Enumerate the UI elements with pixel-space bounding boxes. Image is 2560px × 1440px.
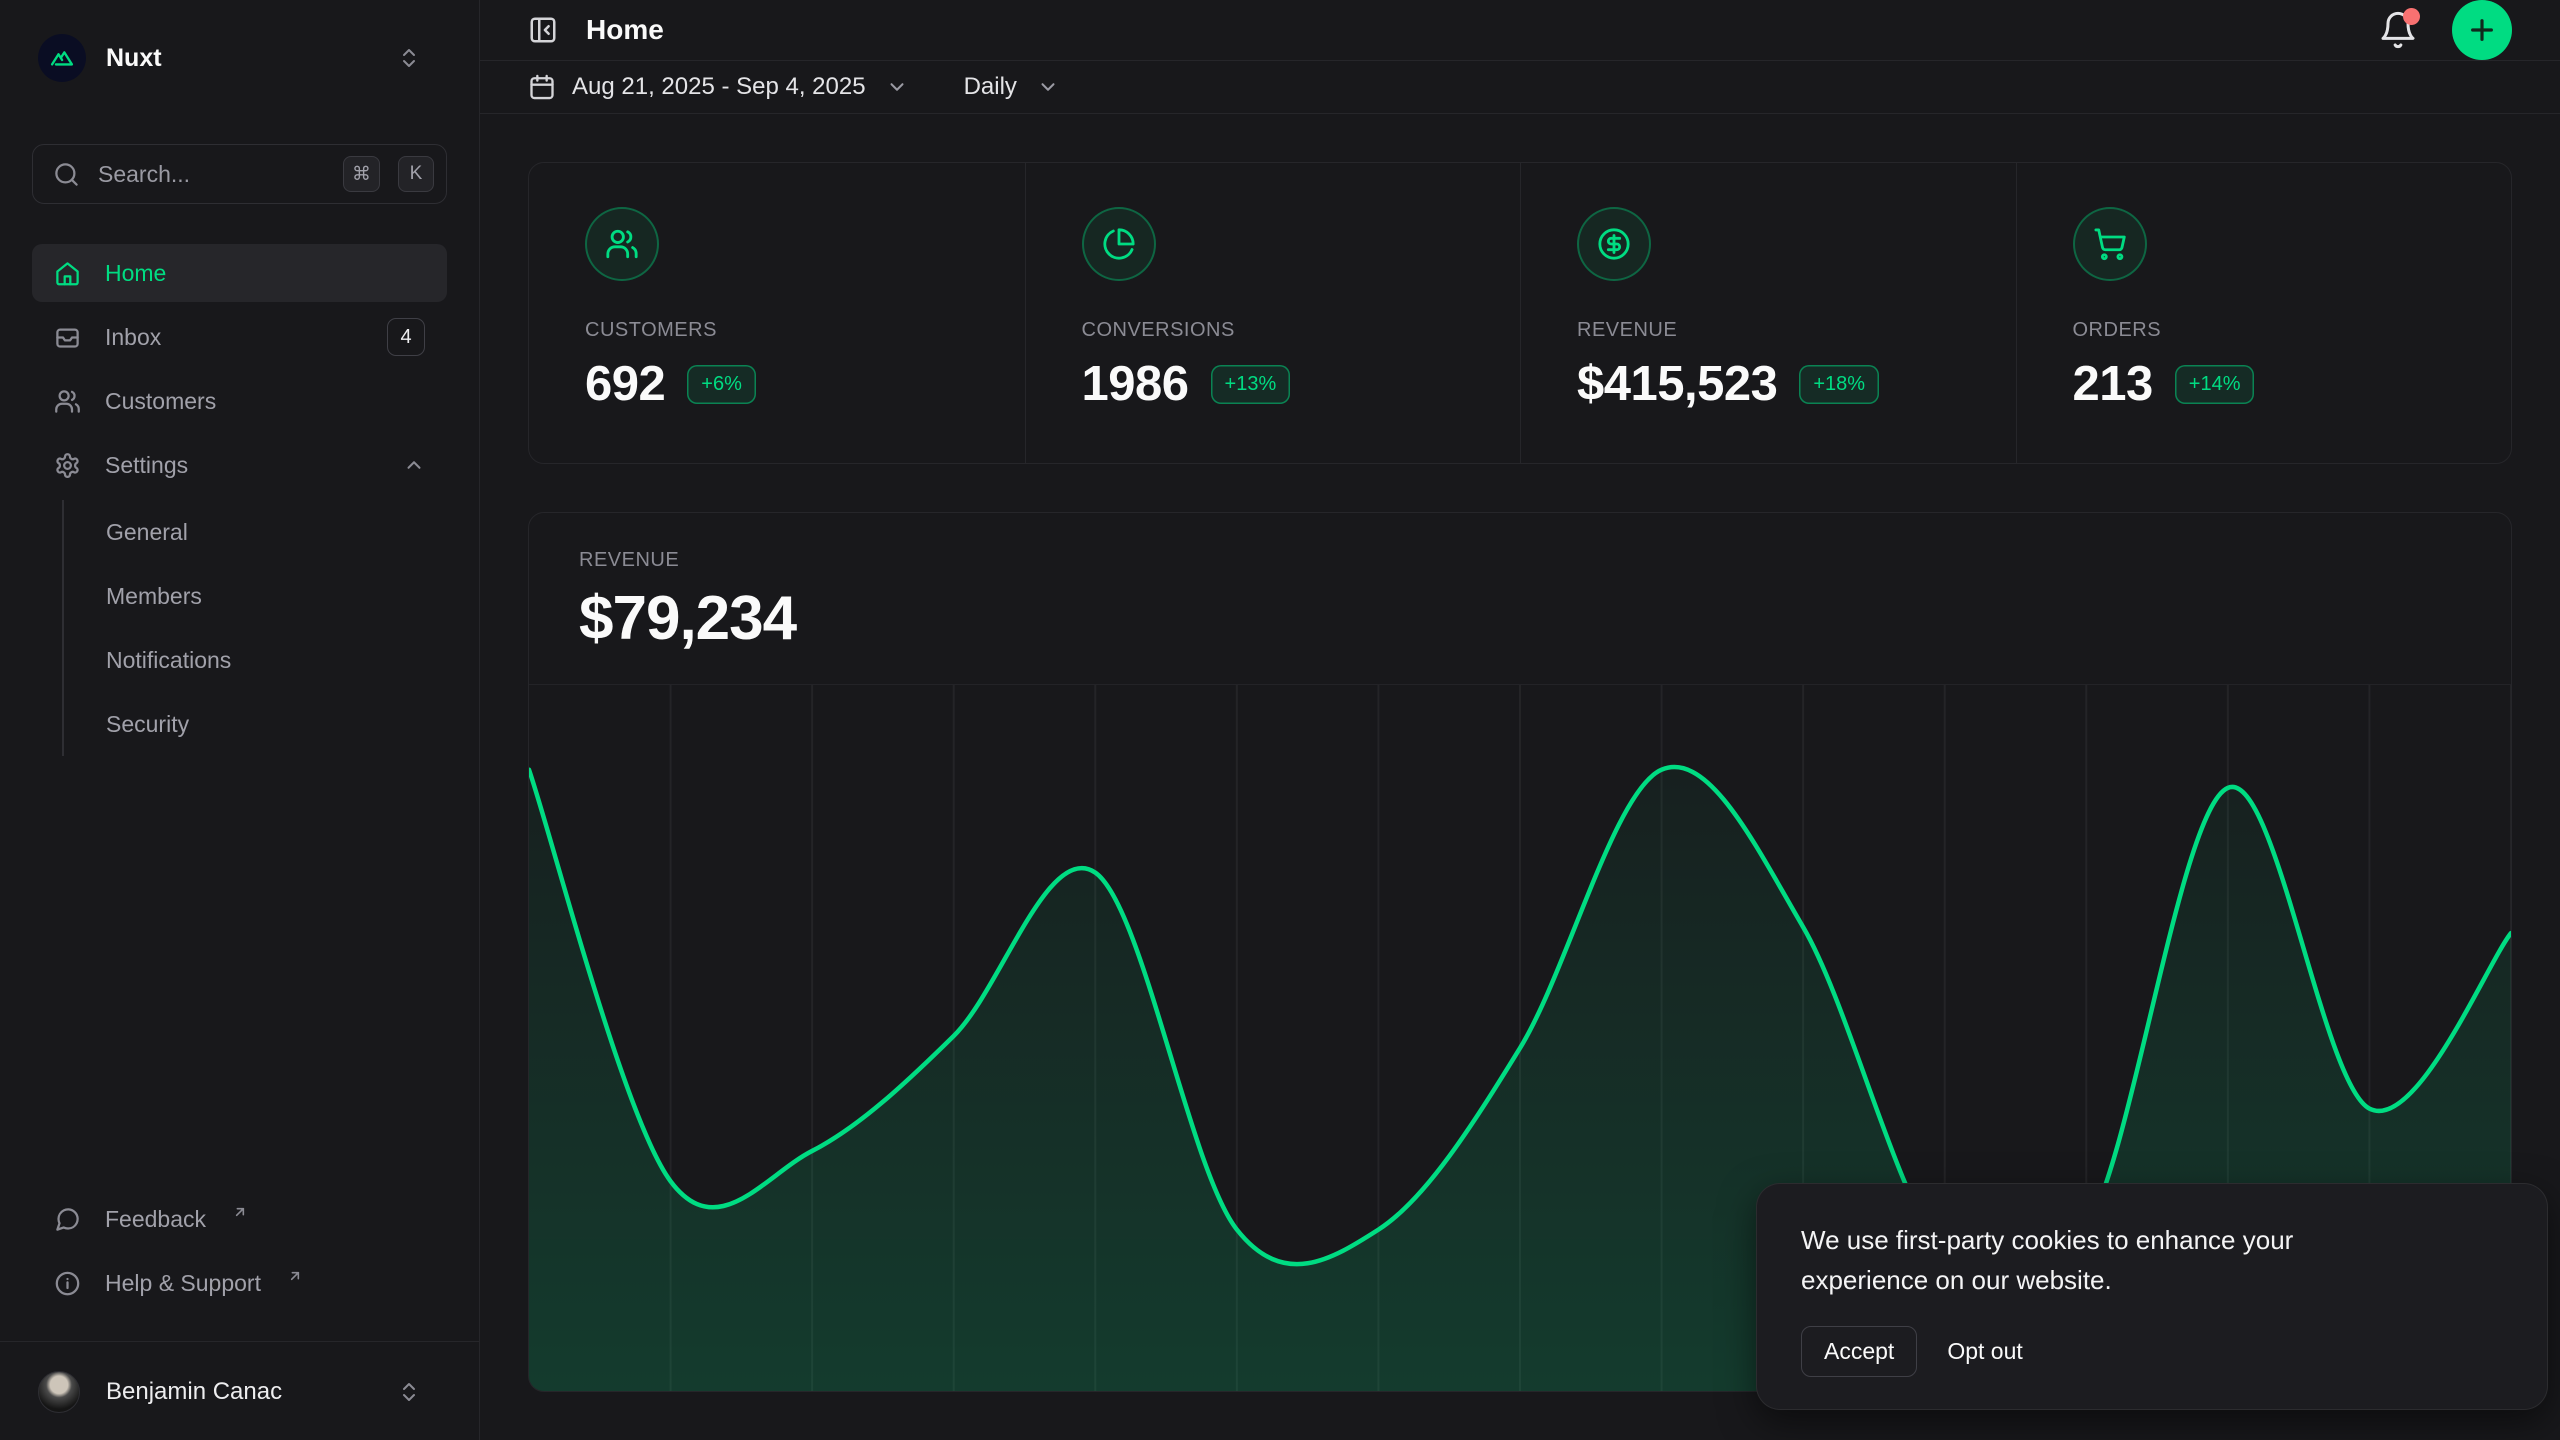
plus-icon <box>2466 14 2498 46</box>
sidebar-item-label: Inbox <box>105 324 363 351</box>
page-header: Home <box>480 0 2560 61</box>
chevron-down-icon <box>1037 76 1059 98</box>
workspace-name: Nuxt <box>106 44 377 73</box>
cookie-accept-button[interactable]: Accept <box>1801 1326 1917 1377</box>
stat-orders[interactable]: ORDERS 213 +14% <box>2016 163 2512 463</box>
main-panel: Home Aug 21, 2025 <box>480 0 2560 1440</box>
users-icon <box>54 388 81 415</box>
cookie-actions: Accept Opt out <box>1801 1326 2503 1377</box>
circle-dollar-icon <box>1577 207 1651 281</box>
notifications-button[interactable] <box>2378 10 2418 50</box>
sidebar: Nuxt Search... ⌘ K Home <box>0 0 480 1440</box>
pie-chart-icon <box>1082 207 1156 281</box>
stat-delta-badge: +18% <box>1799 365 1879 404</box>
external-link-icon <box>287 1268 303 1284</box>
cookie-optout-button[interactable]: Opt out <box>1931 1327 2038 1376</box>
inbox-count-badge: 4 <box>387 318 425 356</box>
user-menu-button[interactable]: Benjamin Canac <box>32 1362 447 1422</box>
page-header-right <box>2378 0 2512 60</box>
message-bubble-icon <box>54 1206 81 1233</box>
stat-value: 1986 <box>1082 356 1189 412</box>
stat-label: CUSTOMERS <box>585 319 969 342</box>
sidebar-item-label: Home <box>105 260 425 287</box>
stat-delta-badge: +6% <box>687 365 756 404</box>
add-button[interactable] <box>2452 0 2512 60</box>
sidebar-item-label: Settings <box>105 452 379 479</box>
date-range-label: Aug 21, 2025 - Sep 4, 2025 <box>572 73 866 101</box>
sidebar-footer: Feedback Help & Support <box>32 1187 447 1341</box>
sidebar-item-customers[interactable]: Customers <box>32 372 447 430</box>
settings-subnav-wrap: General Members Notifications Security <box>32 500 447 756</box>
sidebar-item-inbox[interactable]: Inbox 4 <box>32 308 447 366</box>
stat-value: 692 <box>585 356 665 412</box>
help-support-label: Help & Support <box>105 1270 261 1297</box>
granularity-label: Daily <box>964 73 1017 101</box>
avatar <box>38 1371 80 1413</box>
search-input[interactable]: Search... ⌘ K <box>32 144 447 204</box>
stat-label: CONVERSIONS <box>1082 319 1465 342</box>
revenue-chart-value: $79,234 <box>579 584 2461 654</box>
cookie-banner: We use first-party cookies to enhance yo… <box>1756 1183 2548 1410</box>
stat-customers[interactable]: CUSTOMERS 692 +6% <box>529 163 1025 463</box>
stat-value: 213 <box>2073 356 2153 412</box>
search-placeholder: Search... <box>98 161 325 188</box>
external-link-icon <box>232 1204 248 1220</box>
info-circle-icon <box>54 1270 81 1297</box>
revenue-chart-header: REVENUE $79,234 <box>529 513 2511 654</box>
chevrons-up-down-icon <box>397 1380 421 1404</box>
date-range-button[interactable]: Aug 21, 2025 - Sep 4, 2025 <box>528 73 908 101</box>
stats-row: CUSTOMERS 692 +6% CONVERSIONS 1986 +13% <box>528 162 2512 464</box>
shopping-cart-icon <box>2073 207 2147 281</box>
user-section: Benjamin Canac <box>0 1341 479 1440</box>
page-header-left: Home <box>528 14 664 46</box>
sidebar-item-label: Customers <box>105 388 425 415</box>
home-icon <box>54 260 81 287</box>
users-icon <box>585 207 659 281</box>
granularity-select[interactable]: Daily <box>964 73 1059 101</box>
sidebar-item-home[interactable]: Home <box>32 244 447 302</box>
stat-revenue[interactable]: REVENUE $415,523 +18% <box>1520 163 2016 463</box>
chevrons-up-down-icon <box>397 46 421 70</box>
feedback-label: Feedback <box>105 1206 206 1233</box>
stat-delta-badge: +14% <box>2175 365 2255 404</box>
chevron-down-icon <box>886 76 908 98</box>
stat-label: REVENUE <box>1577 319 1960 342</box>
kbd-k: K <box>398 156 434 192</box>
search-icon <box>53 161 80 188</box>
kbd-command: ⌘ <box>343 156 380 192</box>
calendar-icon <box>528 73 556 101</box>
user-name: Benjamin Canac <box>106 1378 371 1406</box>
sidebar-item-general[interactable]: General <box>64 500 447 564</box>
chevron-up-icon <box>403 454 425 476</box>
revenue-chart-label: REVENUE <box>579 549 2461 572</box>
stat-conversions[interactable]: CONVERSIONS 1986 +13% <box>1025 163 1521 463</box>
notification-dot <box>2403 8 2420 25</box>
settings-subnav: General Members Notifications Security <box>62 500 447 756</box>
sidebar-collapse-button[interactable] <box>528 15 558 45</box>
sidebar-nav: Home Inbox 4 Customers <box>32 244 447 760</box>
stat-value: $415,523 <box>1577 356 1777 412</box>
stat-label: ORDERS <box>2073 319 2456 342</box>
feedback-link[interactable]: Feedback <box>32 1187 447 1251</box>
sidebar-item-notifications[interactable]: Notifications <box>64 628 447 692</box>
page-title: Home <box>586 14 664 46</box>
help-support-link[interactable]: Help & Support <box>32 1251 447 1315</box>
nuxt-logo <box>38 34 86 82</box>
workspace-switcher[interactable]: Nuxt <box>32 30 447 86</box>
sidebar-item-security[interactable]: Security <box>64 692 447 756</box>
sidebar-item-members[interactable]: Members <box>64 564 447 628</box>
gear-icon <box>54 452 81 479</box>
filters-toolbar: Aug 21, 2025 - Sep 4, 2025 Daily <box>480 61 2560 114</box>
inbox-icon <box>54 324 81 351</box>
stat-delta-badge: +13% <box>1211 365 1291 404</box>
sidebar-item-settings[interactable]: Settings <box>32 436 447 494</box>
cookie-message: We use first-party cookies to enhance yo… <box>1801 1220 2401 1300</box>
